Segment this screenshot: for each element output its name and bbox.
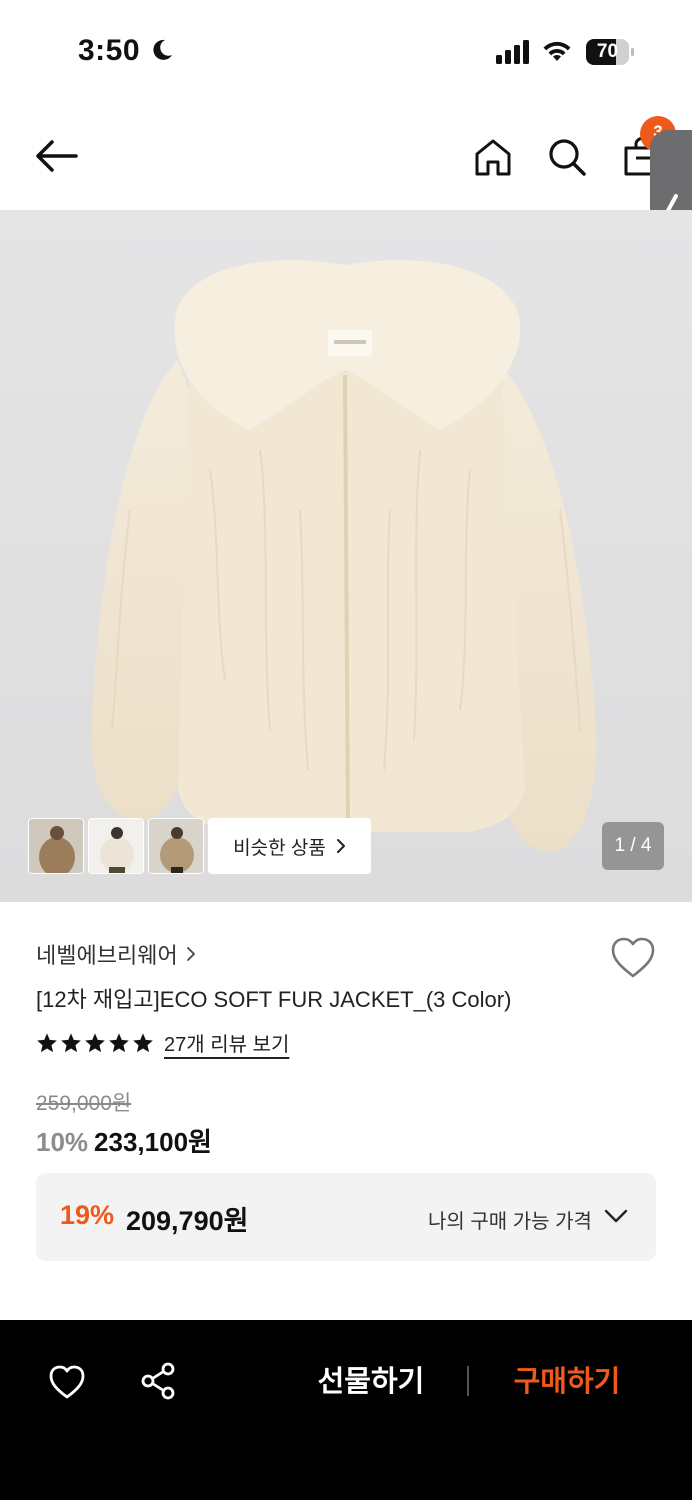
thumbnail-white-jacket[interactable] — [88, 818, 144, 874]
thumbnail-brown-jacket[interactable] — [28, 818, 84, 874]
star-icon — [133, 1032, 153, 1052]
my-discount-rate: 19% — [60, 1200, 115, 1230]
wishlist-heart-icon[interactable] — [610, 936, 656, 980]
original-price: 259,000원 — [36, 1092, 132, 1115]
bottom-action-bar: 선물하기 구매하기 — [0, 1320, 692, 1500]
product-image-carousel[interactable]: 비슷한 상품 1 / 4 — [0, 210, 692, 902]
brand-link[interactable]: 네벨에브리웨어 — [36, 938, 196, 970]
my-price-label: 나의 구매 가능 가격 — [428, 1211, 592, 1233]
status-time: 3:50 — [78, 34, 141, 67]
buy-button[interactable]: 구매하기 — [492, 1358, 642, 1406]
battery-percent: 70 — [596, 41, 619, 62]
moon-icon — [153, 39, 172, 60]
star-icon — [61, 1032, 81, 1052]
review-link[interactable]: 27개 리뷰 보기 — [164, 1028, 289, 1057]
star-icon — [37, 1032, 57, 1052]
discount-rate: 10% — [36, 1127, 89, 1157]
star-icon — [85, 1032, 105, 1052]
cellular-signal-icon — [496, 40, 529, 64]
price-row: 10% 233,100원 — [36, 1122, 212, 1159]
battery-indicator: 70 — [586, 39, 634, 65]
fur-jacket-image — [91, 260, 597, 852]
star-icon — [109, 1032, 129, 1052]
my-price: 209,790원 — [126, 1206, 249, 1236]
back-arrow-icon[interactable] — [32, 136, 80, 176]
thumbnail-strip — [28, 818, 204, 874]
search-icon[interactable] — [546, 136, 588, 178]
top-nav — [0, 100, 692, 210]
product-title: [12차 재입고]ECO SOFT FUR JACKET_(3 Color) — [36, 987, 512, 1012]
similar-products-button[interactable]: 비슷한 상품 — [208, 818, 371, 874]
chevron-right-icon — [336, 839, 345, 853]
sale-price: 233,100원 — [94, 1127, 212, 1157]
image-page-indicator: 1 / 4 — [602, 822, 664, 870]
share-icon[interactable] — [140, 1362, 176, 1400]
wifi-icon — [543, 41, 571, 61]
divider — [467, 1366, 469, 1396]
rating-stars — [36, 1032, 154, 1054]
chevron-down-icon — [604, 1209, 628, 1223]
status-bar: 3:50 70 — [0, 0, 692, 100]
brand-name: 네벨에브리웨어 — [36, 943, 178, 968]
my-price-dropdown[interactable]: 19% 209,790원 나의 구매 가능 가격 — [36, 1173, 656, 1261]
thumbnail-beige-jacket[interactable] — [148, 818, 204, 874]
chevron-right-icon — [186, 947, 195, 961]
rating-row: 27개 리뷰 보기 — [36, 1028, 289, 1057]
gift-button[interactable]: 선물하기 — [296, 1358, 446, 1406]
like-heart-icon[interactable] — [48, 1364, 86, 1400]
home-icon[interactable] — [472, 136, 514, 178]
similar-products-label: 비슷한 상품 — [233, 837, 326, 859]
